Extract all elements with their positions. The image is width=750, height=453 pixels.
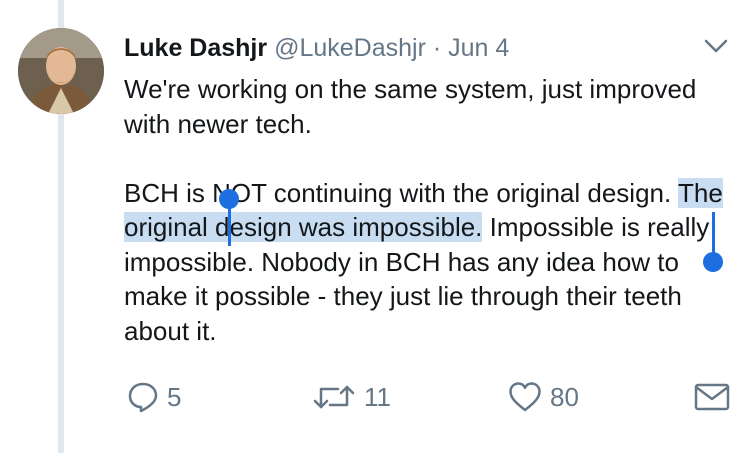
author-handle[interactable]: @LukeDashjr [274,34,426,62]
tweet-paragraph: We're working on the same system, just i… [124,74,697,139]
tweet-date[interactable]: Jun 4 [448,34,509,62]
reply-bubble-icon [128,382,158,413]
tweet-header: Luke Dashjr @LukeDashjr · Jun 4 [124,32,509,64]
tweet-paragraph: BCH is NOT continuing with the original … [124,176,734,349]
retweet-count: 11 [364,381,391,412]
tweet-text-segment: BCH is NOT continuing with the original … [124,177,678,208]
share-button[interactable] [694,375,730,419]
avatar-image [18,28,104,114]
avatar[interactable] [18,28,104,114]
retweet-button[interactable]: 11 [312,375,391,419]
envelope-icon [694,383,730,411]
like-button[interactable]: 80 [508,375,579,419]
heart-icon [509,382,541,412]
selection-end-handle[interactable] [698,212,726,274]
tweet-actions: 5 11 80 [0,375,750,419]
reply-count: 5 [167,381,182,412]
selection-start-handle[interactable] [217,186,243,248]
like-count: 80 [550,381,579,412]
author-name[interactable]: Luke Dashjr [124,34,267,62]
tweet-text: We're working on the same system, just i… [124,72,734,348]
chevron-down-icon[interactable] [704,38,728,54]
reply-button[interactable]: 5 [127,375,181,419]
separator-dot: · [432,34,442,62]
retweet-icon [313,385,355,409]
